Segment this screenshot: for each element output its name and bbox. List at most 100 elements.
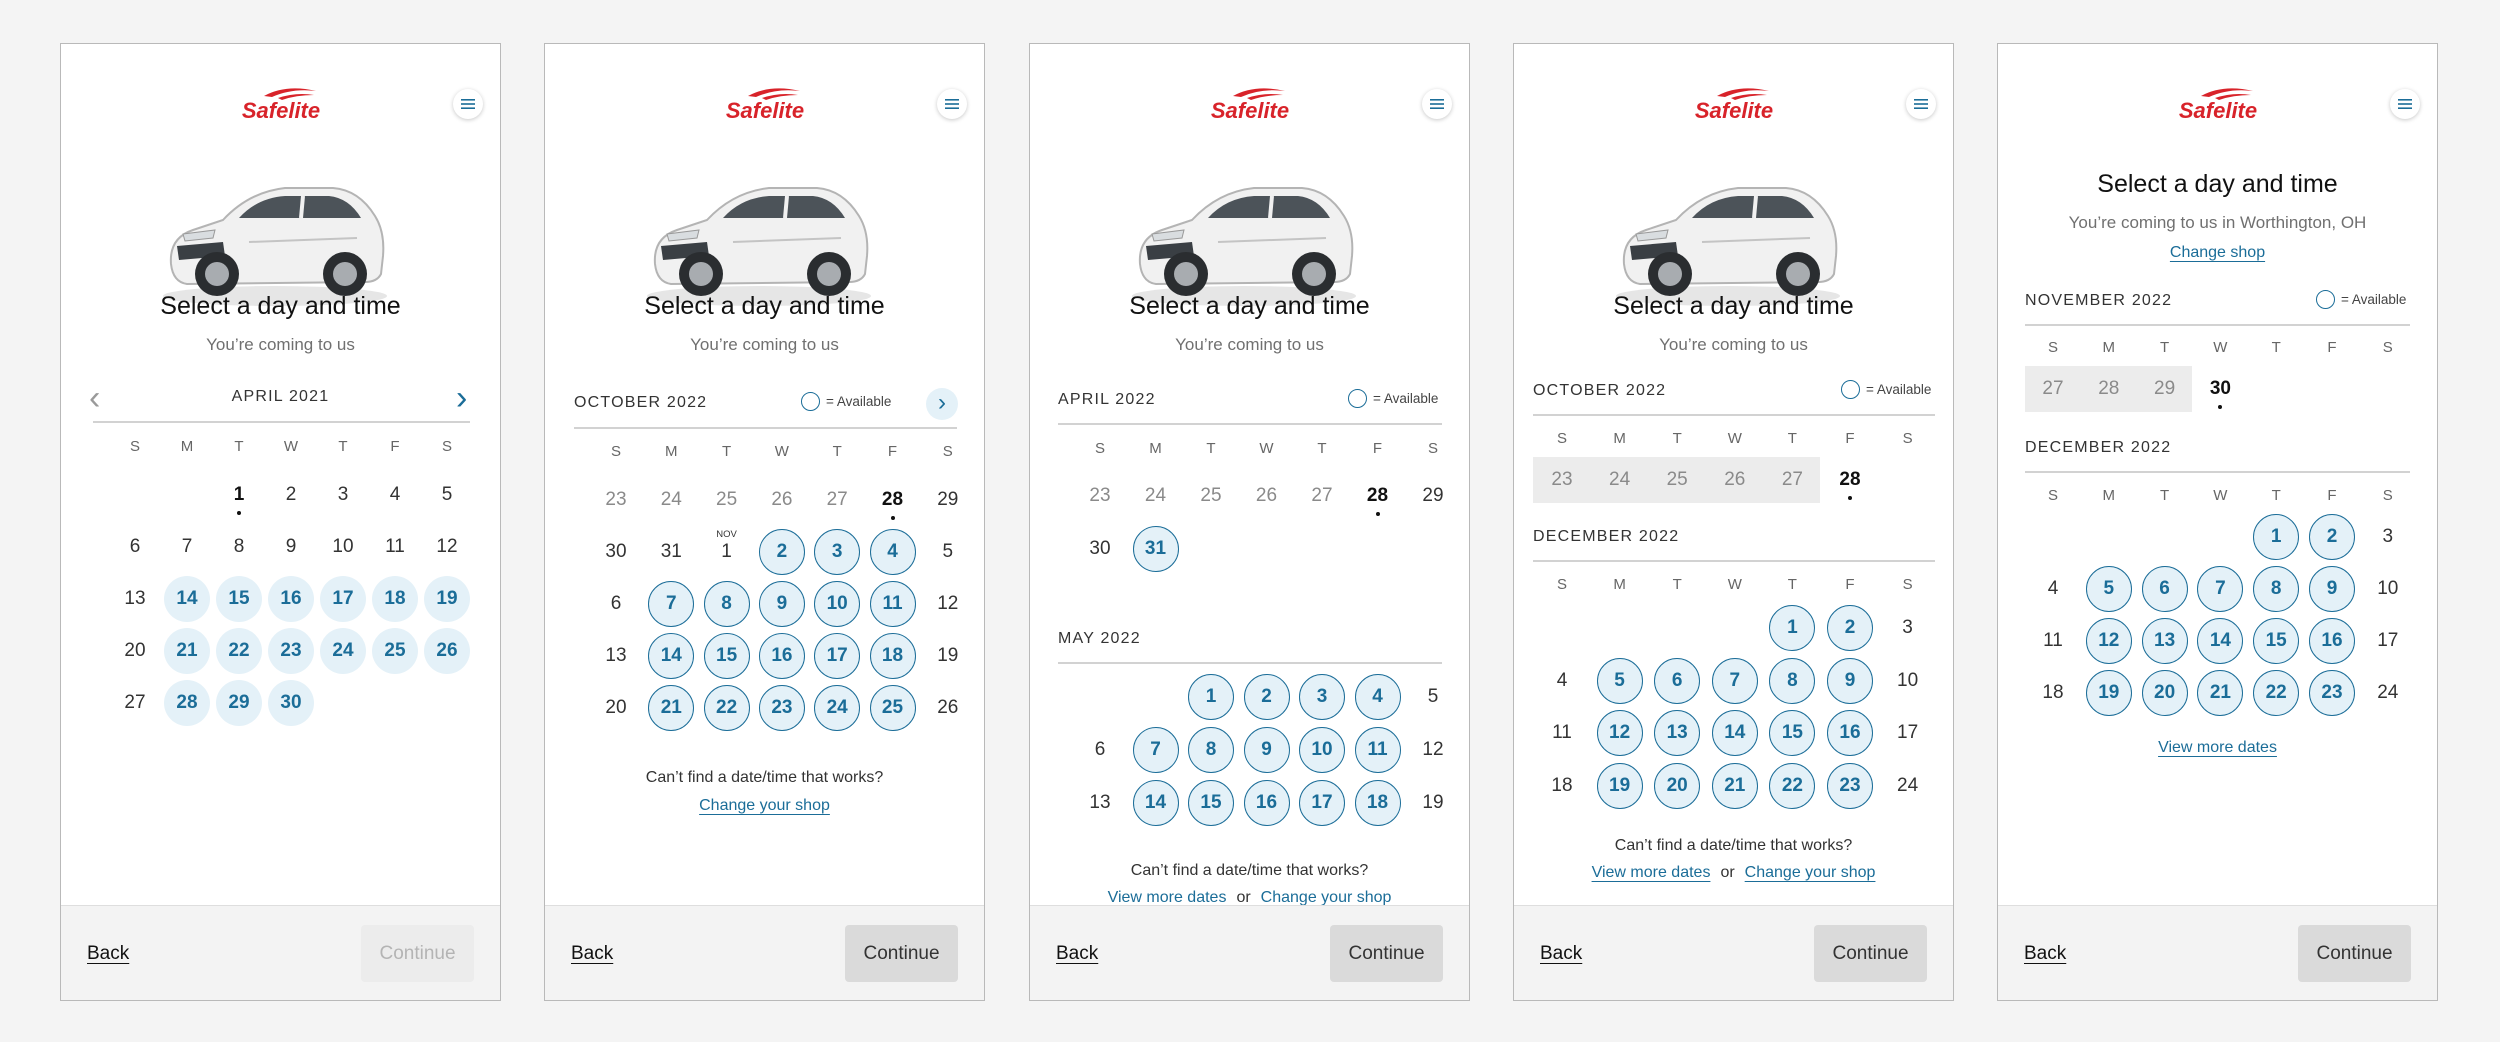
available-date-button[interactable]: 9	[2309, 566, 2355, 612]
available-date-button[interactable]: 15	[216, 576, 262, 622]
available-date-button[interactable]: 4	[1354, 674, 1401, 720]
available-date-button[interactable]: 9	[1827, 657, 1873, 704]
available-date-button[interactable]: 21	[1711, 762, 1758, 809]
available-date-button[interactable]: 16	[758, 633, 805, 679]
available-date-button[interactable]: 4	[869, 529, 916, 575]
available-date-button[interactable]: 23	[268, 628, 314, 674]
available-date-button[interactable]: 28	[164, 680, 210, 726]
available-date-button[interactable]: 2	[1243, 674, 1290, 720]
continue-button[interactable]: Continue	[1330, 925, 1443, 982]
available-date-button[interactable]: 7	[1711, 657, 1758, 704]
available-date-button[interactable]: 16	[1243, 780, 1290, 826]
available-date-button[interactable]: 2	[758, 529, 805, 575]
available-date-button[interactable]: 14	[1711, 710, 1758, 756]
available-date-button[interactable]: 14	[164, 576, 210, 622]
change-your-shop-link[interactable]: Change your shop	[1745, 864, 1876, 881]
available-date-button[interactable]: 23	[1827, 762, 1873, 809]
available-date-button[interactable]: 16	[268, 576, 314, 622]
menu-icon[interactable]	[2390, 89, 2420, 119]
available-date-button[interactable]: 11	[869, 581, 916, 627]
back-button[interactable]: Back	[1540, 943, 1582, 965]
available-date-button[interactable]: 13	[2141, 618, 2188, 664]
available-date-button[interactable]: 1	[1188, 674, 1234, 720]
available-date-button[interactable]: 10	[1299, 727, 1345, 773]
available-date-button[interactable]: 7	[2197, 566, 2244, 612]
available-date-button[interactable]: 7	[648, 581, 695, 627]
back-button[interactable]: Back	[1056, 943, 1098, 965]
available-date-button[interactable]: 2	[1827, 605, 1873, 651]
available-date-button[interactable]: 22	[703, 685, 750, 731]
back-button[interactable]: Back	[2024, 943, 2066, 965]
available-date-button[interactable]: 1	[2253, 514, 2300, 560]
menu-icon[interactable]	[1906, 89, 1936, 119]
available-date-button[interactable]: 23	[758, 685, 805, 731]
available-date-button[interactable]: 26	[424, 628, 470, 674]
available-date-button[interactable]: 8	[2253, 566, 2300, 612]
continue-button[interactable]: Continue	[845, 925, 958, 982]
available-date-button[interactable]: 21	[164, 628, 210, 674]
available-date-button[interactable]: 22	[216, 628, 262, 674]
available-date-button[interactable]: 9	[758, 581, 805, 627]
available-date-button[interactable]: 16	[2309, 618, 2355, 664]
back-button[interactable]: Back	[571, 943, 613, 965]
available-date-button[interactable]: 6	[1654, 657, 1701, 704]
available-date-button[interactable]: 18	[372, 576, 418, 622]
available-date-button[interactable]: 25	[372, 628, 418, 674]
available-date-button[interactable]: 17	[320, 576, 366, 622]
available-date-button[interactable]: 1	[1769, 605, 1816, 651]
available-date-button[interactable]: 15	[703, 633, 750, 679]
menu-icon[interactable]	[1422, 89, 1452, 119]
available-date-button[interactable]: 6	[2141, 566, 2188, 612]
available-date-button[interactable]: 23	[2309, 670, 2355, 716]
available-date-button[interactable]: 7	[1132, 727, 1179, 773]
available-date-button[interactable]: 3	[814, 529, 861, 575]
available-date-button[interactable]: 21	[2197, 670, 2244, 716]
available-date-button[interactable]: 18	[1354, 780, 1401, 826]
back-button[interactable]: Back	[87, 943, 129, 965]
available-date-button[interactable]: 16	[1827, 710, 1873, 756]
available-date-button[interactable]: 31	[1132, 526, 1179, 572]
available-date-button[interactable]: 3	[1299, 674, 1345, 720]
available-date-button[interactable]: 22	[1769, 762, 1816, 809]
chevron-right-icon[interactable]: ›	[456, 381, 467, 415]
view-more-dates-link[interactable]: View more dates	[1592, 864, 1711, 881]
available-date-button[interactable]: 25	[869, 685, 916, 731]
available-date-button[interactable]: 17	[1299, 780, 1345, 826]
available-date-button[interactable]: 10	[814, 581, 861, 627]
available-date-button[interactable]: 11	[1354, 727, 1401, 773]
change-your-shop-link[interactable]: Change your shop	[1261, 889, 1392, 906]
available-date-button[interactable]: 30	[268, 680, 314, 726]
view-more-dates-link[interactable]: View more dates	[1108, 889, 1227, 906]
continue-button[interactable]: Continue	[2298, 925, 2411, 982]
available-date-button[interactable]: 12	[2085, 618, 2132, 664]
available-date-button[interactable]: 19	[1596, 762, 1643, 809]
menu-icon[interactable]	[937, 89, 967, 119]
available-date-button[interactable]: 24	[814, 685, 861, 731]
change-shop-link[interactable]: Change shop	[2170, 244, 2265, 261]
continue-button[interactable]: Continue	[1814, 925, 1927, 982]
available-date-button[interactable]: 21	[648, 685, 695, 731]
available-date-button[interactable]: 24	[320, 628, 366, 674]
available-date-button[interactable]: 5	[2085, 566, 2132, 612]
available-date-button[interactable]: 2	[2309, 514, 2355, 560]
available-date-button[interactable]: 22	[2253, 670, 2300, 716]
available-date-button[interactable]: 15	[2253, 618, 2300, 664]
available-date-button[interactable]: 14	[648, 633, 695, 679]
available-date-button[interactable]: 19	[2085, 670, 2132, 716]
available-date-button[interactable]: 29	[216, 680, 262, 726]
menu-icon[interactable]	[453, 89, 483, 119]
available-date-button[interactable]: 18	[869, 633, 916, 679]
available-date-button[interactable]: 8	[703, 581, 750, 627]
available-date-button[interactable]: 20	[2141, 670, 2188, 716]
available-date-button[interactable]: 17	[814, 633, 861, 679]
available-date-button[interactable]: 5	[1596, 657, 1643, 704]
available-date-button[interactable]: 14	[2197, 618, 2244, 664]
chevron-right-icon[interactable]: ›	[926, 388, 958, 420]
view-more-dates-link[interactable]: View more dates	[2158, 739, 2277, 756]
available-date-button[interactable]: 8	[1769, 657, 1816, 704]
available-date-button[interactable]: 15	[1769, 710, 1816, 756]
available-date-button[interactable]: 20	[1654, 762, 1701, 809]
available-date-button[interactable]: 8	[1188, 727, 1234, 773]
continue-button[interactable]: Continue	[361, 925, 474, 982]
available-date-button[interactable]: 9	[1243, 727, 1290, 773]
